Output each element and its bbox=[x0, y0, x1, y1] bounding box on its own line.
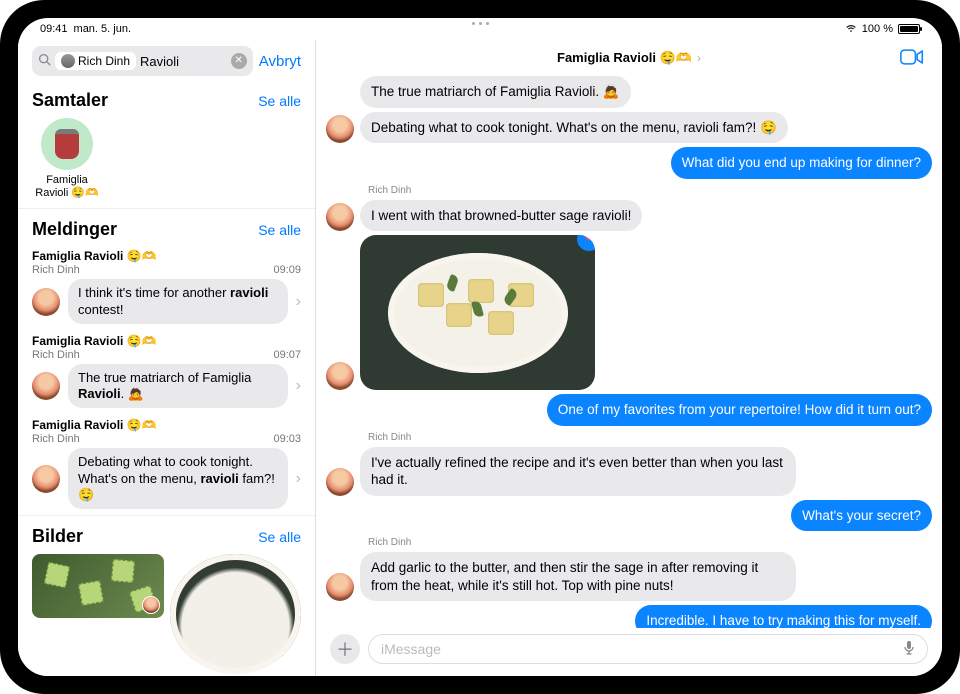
message-sender-label: Rich Dinh bbox=[368, 432, 932, 443]
message-group: Famiglia Ravioli 🤤🫶 bbox=[32, 418, 301, 432]
sent-message[interactable]: What's your secret? bbox=[791, 500, 932, 532]
sent-message[interactable]: Incredible. I have to try making this fo… bbox=[635, 605, 932, 628]
see-all-messages[interactable]: Se alle bbox=[258, 222, 301, 238]
image-result[interactable] bbox=[170, 554, 302, 674]
chevron-right-icon: › bbox=[296, 377, 301, 395]
search-cancel-button[interactable]: Avbryt bbox=[259, 53, 301, 70]
message-preview: Debating what to cook tonight. What's on… bbox=[68, 448, 288, 509]
group-avatar bbox=[41, 118, 93, 170]
chat-pane: Famiglia Ravioli 🤤🫶 › The true matriarch… bbox=[316, 40, 942, 676]
message-time: 09:07 bbox=[273, 349, 301, 361]
conversation-result[interactable]: Famiglia Ravioli 🤤🫶 bbox=[32, 118, 102, 200]
message-preview: The true matriarch of Famiglia Ravioli. … bbox=[68, 364, 288, 409]
attach-button[interactable]: ＋ bbox=[330, 634, 360, 664]
status-date: man. 5. jun. bbox=[74, 23, 131, 35]
battery-icon bbox=[898, 24, 920, 34]
chevron-right-icon: › bbox=[697, 51, 701, 65]
message-time: 09:09 bbox=[273, 264, 301, 276]
received-message[interactable]: The true matriarch of Famiglia Ravioli. … bbox=[360, 76, 631, 108]
message-sender: Rich Dinh bbox=[32, 433, 80, 445]
image-result[interactable] bbox=[32, 554, 164, 618]
avatar bbox=[32, 465, 60, 493]
see-all-conversations[interactable]: Se alle bbox=[258, 93, 301, 109]
avatar bbox=[326, 115, 354, 143]
message-input[interactable]: iMessage bbox=[368, 634, 928, 664]
message-placeholder: iMessage bbox=[381, 641, 441, 657]
avatar bbox=[142, 596, 160, 614]
avatar bbox=[279, 652, 297, 670]
sent-message[interactable]: What did you end up making for dinner? bbox=[671, 147, 932, 179]
avatar bbox=[326, 573, 354, 601]
received-message[interactable]: Add garlic to the butter, and then stir … bbox=[360, 552, 796, 601]
sent-message[interactable]: One of my favorites from your repertoire… bbox=[547, 394, 932, 426]
message-group: Famiglia Ravioli 🤤🫶 bbox=[32, 249, 301, 263]
search-pill-person[interactable]: Rich Dinh bbox=[55, 52, 136, 70]
message-result[interactable]: Famiglia Ravioli 🤤🫶 Rich Dinh 09:03 Deba… bbox=[18, 414, 315, 515]
search-icon bbox=[38, 53, 51, 69]
section-title-messages: Meldinger bbox=[32, 219, 117, 240]
chevron-right-icon: › bbox=[296, 470, 301, 488]
message-result[interactable]: Famiglia Ravioli 🤤🫶 Rich Dinh 09:09 I th… bbox=[18, 245, 315, 330]
message-time: 09:03 bbox=[273, 433, 301, 445]
received-message[interactable]: Debating what to cook tonight. What's on… bbox=[360, 112, 788, 144]
chevron-right-icon: › bbox=[296, 293, 301, 311]
message-sender-label: Rich Dinh bbox=[368, 185, 932, 196]
facetime-button[interactable] bbox=[900, 48, 924, 71]
message-preview: I think it's time for another ravioli co… bbox=[68, 279, 288, 324]
received-message[interactable]: I've actually refined the recipe and it'… bbox=[360, 447, 796, 496]
chat-header[interactable]: Famiglia Ravioli 🤤🫶 › bbox=[316, 40, 942, 76]
avatar bbox=[326, 203, 354, 231]
tapback-heart-icon[interactable]: ❤ bbox=[577, 235, 595, 251]
status-bar: 09:41 man. 5. jun. 100 % bbox=[18, 18, 942, 40]
message-sender-label: Rich Dinh bbox=[368, 537, 932, 548]
search-pill-name: Rich Dinh bbox=[78, 54, 130, 68]
message-sender: Rich Dinh bbox=[32, 349, 80, 361]
chat-title: Famiglia Ravioli 🤤🫶 bbox=[557, 50, 692, 66]
received-message[interactable]: I went with that browned-butter sage rav… bbox=[360, 200, 642, 232]
see-all-images[interactable]: Se alle bbox=[258, 529, 301, 545]
search-input[interactable]: Rich Dinh Ravioli ✕ bbox=[32, 46, 253, 76]
person-icon bbox=[61, 54, 75, 68]
dictate-icon[interactable] bbox=[903, 640, 915, 659]
section-title-images: Bilder bbox=[32, 526, 83, 547]
conversation-name: Famiglia Ravioli 🤤🫶 bbox=[32, 174, 102, 200]
message-result[interactable]: Famiglia Ravioli 🤤🫶 Rich Dinh 09:07 The … bbox=[18, 330, 315, 415]
avatar bbox=[326, 362, 354, 390]
clear-icon[interactable]: ✕ bbox=[231, 53, 247, 69]
search-query-text: Ravioli bbox=[140, 54, 179, 69]
status-time: 09:41 bbox=[40, 23, 68, 35]
sidebar: Rich Dinh Ravioli ✕ Avbryt Samtaler Se a… bbox=[18, 40, 316, 676]
wifi-icon bbox=[845, 24, 857, 34]
avatar bbox=[32, 288, 60, 316]
avatar bbox=[326, 468, 354, 496]
message-group: Famiglia Ravioli 🤤🫶 bbox=[32, 334, 301, 348]
image-message[interactable]: ❤ bbox=[360, 235, 595, 390]
message-sender: Rich Dinh bbox=[32, 264, 80, 276]
avatar bbox=[32, 372, 60, 400]
battery-pct: 100 % bbox=[862, 23, 893, 35]
multitask-dots[interactable] bbox=[469, 22, 491, 26]
section-title-conversations: Samtaler bbox=[32, 90, 108, 111]
